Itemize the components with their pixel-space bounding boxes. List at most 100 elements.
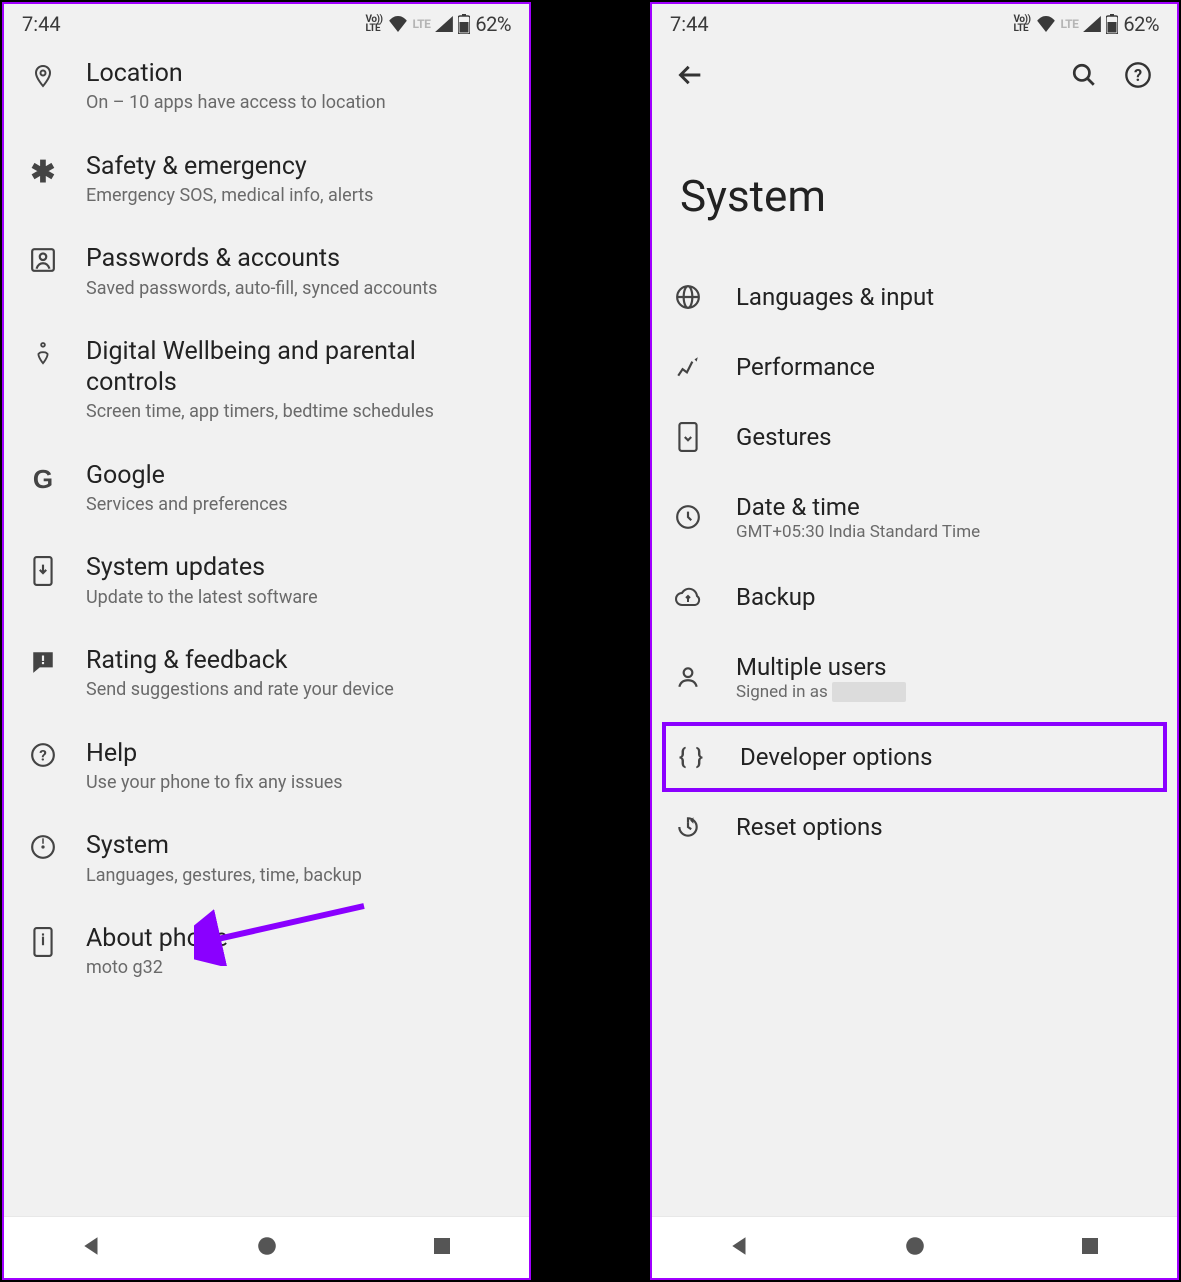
wifi-icon	[388, 16, 408, 32]
battery-pct: 62%	[475, 12, 511, 36]
system-item-backup[interactable]: Backup	[652, 562, 1177, 632]
users-icon	[674, 664, 702, 690]
item-title: Gestures	[736, 422, 832, 452]
settings-item-location[interactable]: Location On – 10 apps have access to loc…	[4, 40, 529, 133]
item-subtitle: Screen time, app timers, bedtime schedul…	[86, 400, 509, 423]
status-time: 7:44	[670, 12, 709, 36]
item-subtitle: Saved passwords, auto-fill, synced accou…	[86, 277, 509, 300]
settings-item-updates[interactable]: System updates Update to the latest soft…	[4, 534, 529, 627]
settings-item-about[interactable]: About phone moto g32	[4, 905, 529, 998]
item-subtitle: Signed in as xxxx	[736, 682, 906, 702]
system-icon	[28, 834, 58, 860]
item-title: Help	[86, 738, 509, 769]
wellbeing-icon	[28, 340, 58, 368]
nav-home[interactable]	[256, 1235, 278, 1261]
item-title: Digital Wellbeing and parental controls	[86, 336, 509, 399]
settings-item-accounts[interactable]: Passwords & accounts Saved passwords, au…	[4, 225, 529, 318]
system-item-datetime[interactable]: Date & time GMT+05:30 India Standard Tim…	[652, 472, 1177, 562]
settings-item-google[interactable]: G Google Services and preferences	[4, 442, 529, 535]
nav-recent[interactable]	[432, 1236, 452, 1260]
settings-item-feedback[interactable]: Rating & feedback Send suggestions and r…	[4, 627, 529, 720]
settings-list[interactable]: Location On – 10 apps have access to loc…	[4, 40, 529, 1216]
help-button[interactable]: ?	[1119, 56, 1157, 94]
page-title: System	[652, 100, 1177, 262]
braces-icon: { }	[678, 745, 706, 770]
item-subtitle: Languages, gestures, time, backup	[86, 864, 509, 887]
item-title: Rating & feedback	[86, 645, 509, 676]
update-icon	[28, 556, 58, 586]
battery-icon	[1106, 14, 1118, 34]
top-app-bar: ?	[652, 40, 1177, 100]
back-button[interactable]	[672, 56, 710, 94]
item-subtitle: Emergency SOS, medical info, alerts	[86, 184, 509, 207]
item-title: Google	[86, 460, 509, 491]
system-item-developer[interactable]: { } Developer options	[662, 722, 1167, 792]
search-button[interactable]	[1065, 56, 1103, 94]
system-item-languages[interactable]: Languages & input	[652, 262, 1177, 332]
accounts-icon	[28, 247, 58, 273]
item-title: Safety & emergency	[86, 151, 509, 182]
svg-text:?: ?	[39, 746, 47, 764]
system-item-performance[interactable]: Performance	[652, 332, 1177, 402]
item-title: Passwords & accounts	[86, 243, 509, 274]
system-item-reset[interactable]: Reset options	[652, 792, 1177, 862]
settings-item-wellbeing[interactable]: Digital Wellbeing and parental controls …	[4, 318, 529, 442]
redacted-username: xxxx	[832, 682, 906, 702]
item-title: Developer options	[740, 742, 933, 772]
item-title: Backup	[736, 582, 815, 612]
lte-label: LTE	[1061, 17, 1079, 31]
nav-back[interactable]	[729, 1235, 751, 1261]
item-title: Languages & input	[736, 282, 934, 312]
help-icon: ?	[28, 742, 58, 768]
location-icon	[28, 62, 58, 90]
item-title: Date & time	[736, 492, 980, 522]
gestures-icon	[674, 422, 702, 452]
wifi-icon	[1036, 16, 1056, 32]
settings-item-safety[interactable]: ✱ Safety & emergency Emergency SOS, medi…	[4, 133, 529, 226]
nav-home[interactable]	[904, 1235, 926, 1261]
settings-item-system[interactable]: System Languages, gestures, time, backup	[4, 812, 529, 905]
clock-icon	[674, 504, 702, 530]
system-list[interactable]: Languages & input Performance Gestures D…	[652, 262, 1177, 1216]
volte-icon: Vo))LTE	[366, 15, 383, 33]
system-item-users[interactable]: Multiple users Signed in as xxxx	[652, 632, 1177, 722]
status-time: 7:44	[22, 12, 61, 36]
system-item-gestures[interactable]: Gestures	[652, 402, 1177, 472]
item-title: Multiple users	[736, 652, 906, 682]
item-subtitle: On – 10 apps have access to location	[86, 91, 509, 114]
google-icon: G	[28, 464, 58, 495]
cloud-icon	[674, 586, 702, 608]
reset-icon	[674, 814, 702, 840]
performance-icon	[674, 354, 702, 380]
item-title: System updates	[86, 552, 509, 583]
item-subtitle: GMT+05:30 India Standard Time	[736, 522, 980, 542]
feedback-icon	[28, 649, 58, 675]
item-subtitle: Send suggestions and rate your device	[86, 678, 509, 701]
item-subtitle: moto g32	[86, 956, 509, 979]
nav-bar	[652, 1216, 1177, 1278]
nav-recent[interactable]	[1080, 1236, 1100, 1260]
signal-icon	[435, 16, 453, 32]
globe-icon	[674, 284, 702, 310]
status-bar: 7:44 Vo))LTE LTE 62%	[4, 4, 529, 40]
item-title: Location	[86, 58, 509, 89]
svg-text:?: ?	[1134, 66, 1142, 85]
item-title: About phone	[86, 923, 509, 954]
about-icon	[28, 927, 58, 957]
volte-icon: Vo))LTE	[1014, 15, 1031, 33]
battery-pct: 62%	[1123, 12, 1159, 36]
item-title: System	[86, 830, 509, 861]
item-subtitle: Use your phone to fix any issues	[86, 771, 509, 794]
system-screen: 7:44 Vo))LTE LTE 62% ? System Languages …	[650, 2, 1179, 1280]
signal-icon	[1083, 16, 1101, 32]
nav-back[interactable]	[81, 1235, 103, 1261]
settings-screen: 7:44 Vo))LTE LTE 62% Location On – 10 ap…	[2, 2, 531, 1280]
settings-item-help[interactable]: ? Help Use your phone to fix any issues	[4, 720, 529, 813]
item-title: Reset options	[736, 812, 883, 842]
status-icons: Vo))LTE LTE 62%	[366, 12, 511, 36]
status-bar: 7:44 Vo))LTE LTE 62%	[652, 4, 1177, 40]
emergency-icon: ✱	[28, 155, 58, 190]
item-subtitle: Update to the latest software	[86, 586, 509, 609]
nav-bar	[4, 1216, 529, 1278]
item-title: Performance	[736, 352, 875, 382]
